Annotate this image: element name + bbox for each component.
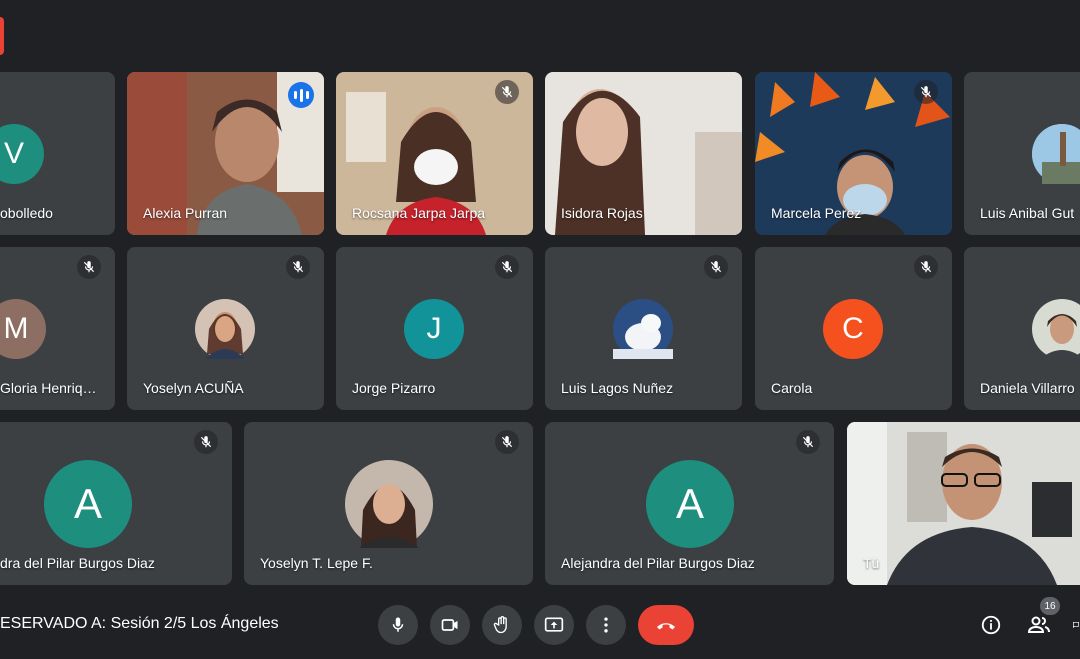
mic-off-icon — [796, 430, 820, 454]
camera-icon — [441, 619, 458, 631]
participant-tile[interactable]: C Carola — [755, 247, 952, 410]
raise-hand-button[interactable] — [482, 605, 522, 645]
self-view-tile[interactable]: Tú — [847, 422, 1080, 585]
mic-off-icon — [704, 255, 728, 279]
participant-tile[interactable]: Isidora Rojas — [545, 72, 742, 235]
participant-name: Yoselyn ACUÑA — [143, 380, 244, 396]
participant-tile[interactable]: Rocsana Jarpa Jarpa — [336, 72, 533, 235]
mic-off-icon — [495, 255, 519, 279]
avatar: J — [404, 299, 464, 359]
speaking-icon — [288, 82, 314, 108]
avatar — [1032, 299, 1080, 359]
avatar — [1032, 124, 1080, 184]
avatar — [613, 299, 673, 359]
participant-tile-active[interactable]: Alexia Purran — [127, 72, 324, 235]
end-call-icon — [657, 623, 675, 630]
mic-off-icon — [77, 255, 101, 279]
participant-name: Gloria Henriq… — [0, 380, 97, 396]
participant-name: Luis Anibal Gut — [980, 205, 1075, 221]
chat-icon — [1073, 622, 1079, 629]
participant-name: Isidora Rojas — [561, 205, 643, 221]
meeting-title: ESERVADO A: Sesión 2/5 Los Ángeles — [0, 615, 279, 632]
participant-tile[interactable]: Luis Anibal Gut — [964, 72, 1080, 235]
participant-name: Tú — [863, 555, 880, 571]
avatar: M — [0, 299, 46, 359]
raise-hand-icon — [493, 616, 507, 634]
avatar: C — [823, 299, 883, 359]
mic-off-icon — [914, 80, 938, 104]
participant-tile[interactable]: J Jorge Pizarro — [336, 247, 533, 410]
mic-off-icon — [495, 80, 519, 104]
participant-tile[interactable]: A dra del Pilar Burgos Diaz — [0, 422, 232, 585]
participant-tile[interactable]: V obolledo — [0, 72, 115, 235]
participant-tile[interactable]: Marcela Perez — [755, 72, 952, 235]
more-icon — [604, 617, 608, 633]
mic-icon — [392, 617, 404, 632]
recording-indicator — [0, 17, 4, 55]
mic-off-icon — [495, 430, 519, 454]
participant-name: dra del Pilar Burgos Diaz — [0, 555, 155, 571]
mic-off-icon — [914, 255, 938, 279]
participant-name: Alexia Purran — [143, 205, 228, 221]
participant-tile[interactable]: Luis Lagos Nuñez — [545, 247, 742, 410]
video-feed — [847, 422, 1080, 585]
mic-button[interactable] — [378, 605, 418, 645]
participant-name: Alejandra del Pilar Burgos Diaz — [561, 555, 755, 571]
end-call-button[interactable] — [638, 605, 694, 645]
participant-name: Carola — [771, 380, 813, 396]
camera-button[interactable] — [430, 605, 470, 645]
present-button[interactable] — [534, 605, 574, 645]
info-icon — [981, 615, 1001, 635]
avatar — [195, 299, 255, 359]
participant-name: Marcela Perez — [771, 205, 862, 221]
more-options-button[interactable] — [586, 605, 626, 645]
chat-button[interactable] — [1072, 613, 1080, 637]
mic-off-icon — [194, 430, 218, 454]
participant-name: Jorge Pizarro — [352, 380, 436, 396]
meeting-details-button[interactable] — [979, 613, 1003, 637]
present-icon — [544, 617, 564, 632]
participant-tile[interactable]: A Alejandra del Pilar Burgos Diaz — [545, 422, 834, 585]
participant-name: Luis Lagos Nuñez — [561, 380, 674, 396]
avatar — [345, 460, 433, 548]
participant-name: Yoselyn T. Lepe F. — [260, 555, 373, 571]
participant-tile[interactable]: Daniela Villarro — [964, 247, 1080, 410]
participant-name: Rocsana Jarpa Jarpa — [352, 205, 486, 221]
avatar: A — [44, 460, 132, 548]
people-icon — [1027, 616, 1050, 633]
avatar: A — [646, 460, 734, 548]
participant-tile[interactable]: M Gloria Henriq… — [0, 247, 115, 410]
participant-name: obolledo — [0, 205, 53, 221]
avatar: V — [0, 124, 44, 184]
participant-name: Daniela Villarro — [980, 380, 1075, 396]
mic-off-icon — [286, 255, 310, 279]
participant-tile[interactable]: Yoselyn T. Lepe F. — [244, 422, 533, 585]
people-button[interactable] — [1027, 613, 1051, 637]
participant-tile[interactable]: Yoselyn ACUÑA — [127, 247, 324, 410]
